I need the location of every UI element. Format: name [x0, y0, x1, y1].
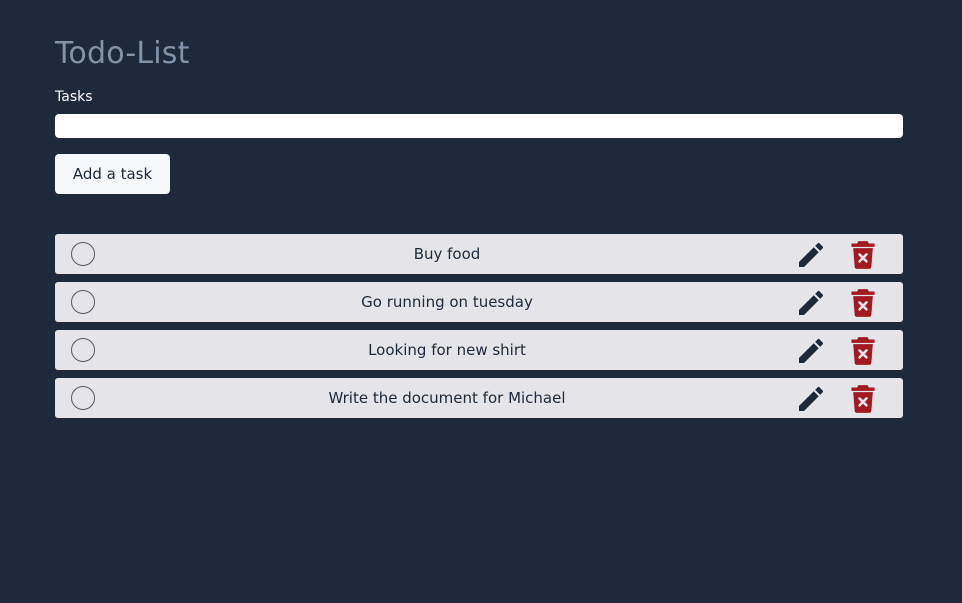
task-item: Buy food [55, 234, 903, 274]
edit-task-pencil-icon[interactable] [795, 287, 827, 319]
edit-task-pencil-icon[interactable] [795, 239, 827, 271]
delete-task-trash-icon[interactable] [849, 336, 877, 366]
task-text: Write the document for Michael [328, 389, 566, 407]
tasks-field-label: Tasks [55, 89, 93, 105]
edit-task-pencil-icon[interactable] [795, 383, 827, 415]
task-text: Go running on tuesday [361, 293, 533, 311]
delete-task-trash-icon[interactable] [849, 384, 877, 414]
delete-task-trash-icon[interactable] [849, 288, 877, 318]
task-text: Looking for new shirt [368, 341, 526, 359]
task-item: Write the document for Michael [55, 378, 903, 418]
task-text: Buy food [413, 245, 481, 263]
delete-task-trash-icon[interactable] [849, 240, 877, 270]
task-list: Buy food Go running on tuesday Looking f… [55, 234, 903, 426]
task-input[interactable] [55, 114, 903, 138]
page-title: Todo-List [55, 36, 190, 71]
add-task-button[interactable]: Add a task [55, 154, 170, 194]
todo-app: Todo-List Tasks Add a task Buy food Go r… [0, 0, 962, 603]
edit-task-pencil-icon[interactable] [795, 335, 827, 367]
task-item: Looking for new shirt [55, 330, 903, 370]
task-item: Go running on tuesday [55, 282, 903, 322]
